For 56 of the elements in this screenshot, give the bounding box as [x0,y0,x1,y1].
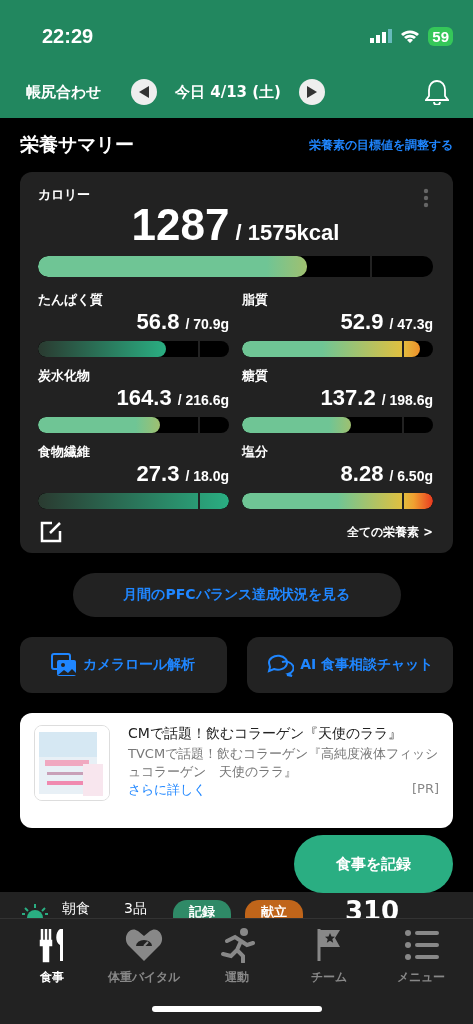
chat-bubbles-icon [266,653,295,677]
pfc-balance-button[interactable]: 月間のPFCバランス達成状況を見る [72,573,401,617]
date-label: 今日 4/13 (土) [175,82,281,102]
record-meal-button[interactable]: 食事を記録 [294,835,453,893]
right-triangle-icon [306,86,317,98]
tab[interactable]: 運動 [190,919,283,1024]
calorie-target: / 1575kcal [235,220,340,246]
more-icon[interactable] [423,188,429,208]
nutrient-value: 27.3 [136,461,180,487]
nutrient-value: 164.3 [116,385,172,411]
nutrient-label: 脂質 [242,291,268,309]
ad-title: CMで話題！飲むコラーゲン『天使のララ』 [128,725,403,743]
nutrient-label: 糖質 [242,367,268,385]
tab[interactable]: メニュー [374,919,467,1024]
item-count: 3品 [124,900,147,918]
adjust-targets-link[interactable]: 栄養素の目標値を調整する [309,137,453,153]
ad-card[interactable]: CMで話題！飲むコラーゲン『天使のララ』 TVCMで話題！飲むコラーゲン『高純度液体フィッシュコラーゲン 天使のララ』 さらに詳しく [PR] [20,713,453,828]
meal-name: 朝食 [62,900,90,918]
balance-label[interactable]: 帳尻合わせ [26,82,101,102]
nutrient-value: 52.9 [340,309,384,335]
nutrient-target: / 216.6g [177,392,229,408]
nutrient-target: / 198.6g [381,392,433,408]
left-triangle-icon [139,86,149,98]
nutrient-label: たんぱく質 [38,291,103,309]
pr-label: [PR] [412,781,439,799]
status-time: 22:29 [42,24,94,48]
action-button[interactable]: AI 食事相談チャット [246,637,453,693]
tab[interactable]: 食事 [6,919,99,1024]
signal-icon [370,29,393,43]
wifi-icon [400,29,421,43]
calorie-label: カロリー [38,186,90,204]
next-day-button[interactable] [298,79,325,105]
action-button[interactable]: カメラロール解析 [20,637,227,693]
ad-description: TVCMで話題！飲むコラーゲン『高純度液体フィッシュコラーゲン 天使のララ』 [128,745,439,782]
nutrient-label: 炭水化物 [38,367,90,385]
nutrient-label: 塩分 [242,443,268,461]
photos-icon [51,653,78,677]
all-nutrients-link[interactable]: 全ての栄養素 > [347,524,433,540]
battery-level: 59 [428,26,453,46]
nutrient-target: / 18.0g [185,468,229,484]
heart-scale-icon [124,927,165,963]
bell-icon[interactable] [425,79,449,105]
more-details-link[interactable]: さらに詳しく [128,781,206,800]
nutrient-value: 56.8 [136,309,180,335]
nutrient-value: 137.2 [320,385,376,411]
nutrient-label: 食物繊維 [38,443,90,461]
section-title: 栄養サマリー [20,132,134,157]
nutrient-target: / 47.3g [389,316,433,332]
tab[interactable]: チーム [282,919,375,1024]
edit-icon[interactable] [38,519,64,545]
sunrise-icon [22,904,48,918]
previous-day-button[interactable] [131,79,157,105]
nutrient-value: 8.28 [340,461,384,487]
nutrient-target: / 6.50g [389,468,433,484]
calorie-value: 1287 [131,200,230,250]
nutrient-target: / 70.9g [185,316,229,332]
